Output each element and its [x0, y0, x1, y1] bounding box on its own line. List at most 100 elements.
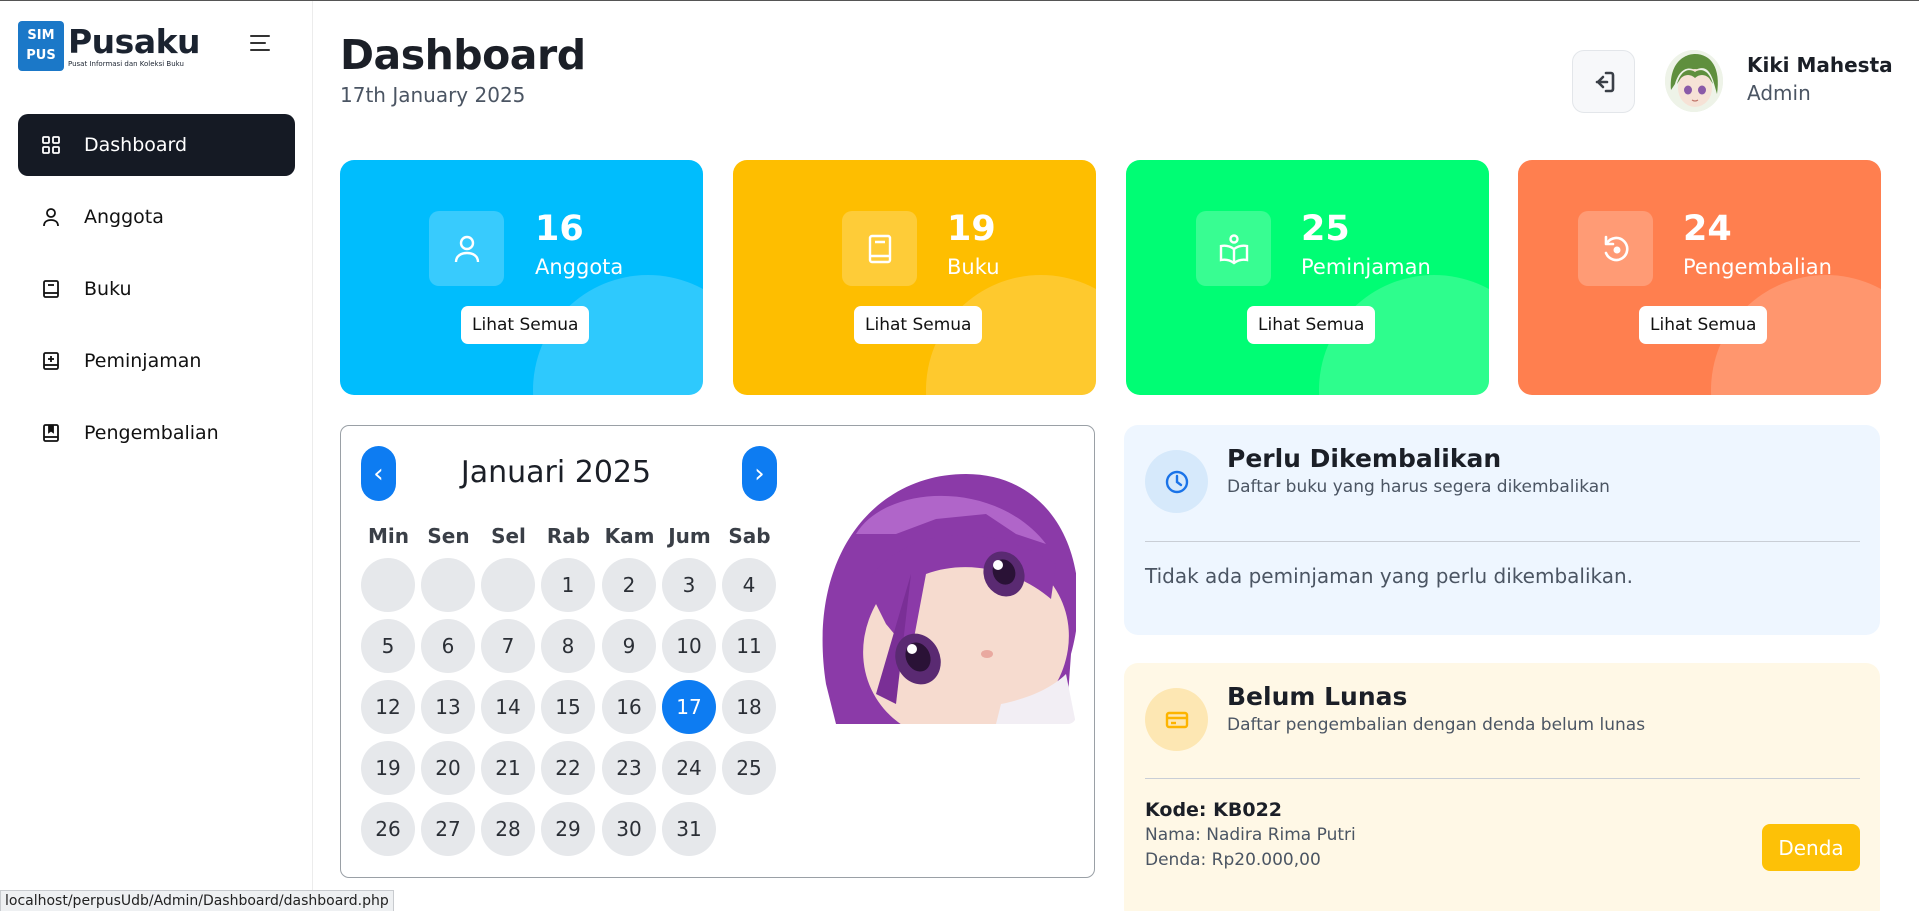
sidebar-item-label: Peminjaman — [84, 350, 202, 372]
calendar-day[interactable]: 28 — [481, 802, 535, 856]
avatar[interactable] — [1665, 50, 1723, 112]
see-all-peminjaman-button[interactable]: Lihat Semua — [1247, 306, 1376, 344]
stat-value: 16 — [535, 209, 584, 249]
unpaid-fines-panel: Belum Lunas Daftar pengembalian dengan d… — [1124, 663, 1880, 911]
page-title: Dashboard — [340, 31, 586, 79]
see-all-anggota-button[interactable]: Lihat Semua — [461, 306, 590, 344]
calendar-day[interactable]: 10 — [662, 619, 716, 673]
stat-card-pengembalian: 24 Pengembalian Lihat Semua — [1518, 160, 1881, 395]
calendar-day[interactable]: 12 — [361, 680, 415, 734]
sidebar-item-anggota[interactable]: Anggota — [18, 186, 295, 248]
panel-subtitle: Daftar pengembalian dengan denda belum l… — [1227, 715, 1646, 735]
calendar-day[interactable]: 2 — [602, 558, 656, 612]
calendar-day[interactable]: 20 — [421, 741, 475, 795]
panel-title: Belum Lunas — [1227, 682, 1408, 711]
brand-tagline: Pusat Informasi dan Koleksi Buku — [68, 59, 184, 68]
calendar-day[interactable]: 23 — [602, 741, 656, 795]
divider — [1145, 541, 1860, 542]
loan-code: Kode: KB022 — [1145, 799, 1283, 821]
sidebar-item-label: Anggota — [84, 206, 164, 228]
stat-card-anggota: 16 Anggota Lihat Semua — [340, 160, 703, 395]
sidebar-item-pengembalian[interactable]: Pengembalian — [18, 402, 295, 464]
calendar-day[interactable]: 24 — [662, 741, 716, 795]
calendar-day[interactable]: 22 — [541, 741, 595, 795]
calendar-day[interactable]: 29 — [541, 802, 595, 856]
weekday-header: Rab — [546, 524, 591, 548]
next-month-button[interactable]: › — [742, 446, 777, 501]
calendar-day[interactable]: 5 — [361, 619, 415, 673]
calendar-day[interactable]: 4 — [722, 558, 776, 612]
fine-amount: Denda: Rp20.000,00 — [1145, 850, 1321, 870]
calendar-day[interactable]: 6 — [421, 619, 475, 673]
calendar-day[interactable]: 9 — [602, 619, 656, 673]
calendar-day[interactable]: 18 — [722, 680, 776, 734]
logout-button[interactable] — [1572, 50, 1635, 113]
calendar-day-today[interactable]: 17 — [662, 680, 716, 734]
sidebar-item-peminjaman[interactable]: Peminjaman — [18, 330, 295, 392]
plus-square-icon — [40, 350, 62, 372]
sidebar-item-label: Pengembalian — [84, 422, 219, 444]
calendar-day[interactable]: 7 — [481, 619, 535, 673]
sidebar-item-buku[interactable]: Buku — [18, 258, 295, 320]
user-name: Kiki Mahesta — [1747, 53, 1893, 77]
calendar-day[interactable]: 16 — [602, 680, 656, 734]
calendar-day[interactable]: 19 — [361, 741, 415, 795]
book-return-icon — [40, 422, 62, 444]
due-returns-panel: Perlu Dikembalikan Daftar buku yang haru… — [1124, 425, 1880, 635]
prev-month-button[interactable]: ‹ — [361, 446, 396, 501]
calendar: ‹ Januari 2025 › Min Sen Sel Rab Kam Jum… — [340, 425, 1095, 878]
calendar-day[interactable]: 27 — [421, 802, 475, 856]
calendar-day-empty — [361, 558, 415, 612]
stat-card-peminjaman: 25 Peminjaman Lihat Semua — [1126, 160, 1489, 395]
stat-label: Pengembalian — [1683, 255, 1832, 279]
calendar-day[interactable]: 31 — [662, 802, 716, 856]
empty-message: Tidak ada peminjaman yang perlu dikembal… — [1145, 564, 1634, 588]
sidebar-nav: Dashboard Anggota Buku Peminjaman Pengem… — [18, 114, 295, 474]
credit-card-icon — [1145, 688, 1208, 751]
see-all-buku-button[interactable]: Lihat Semua — [854, 306, 983, 344]
sidebar-item-label: Dashboard — [84, 134, 188, 156]
calendar-day[interactable]: 1 — [541, 558, 595, 612]
grid-icon — [40, 134, 62, 156]
see-all-pengembalian-button[interactable]: Lihat Semua — [1639, 306, 1768, 344]
calendar-day[interactable]: 8 — [541, 619, 595, 673]
denda-button[interactable]: Denda — [1762, 824, 1860, 871]
stat-label: Anggota — [535, 255, 624, 279]
calendar-day[interactable]: 30 — [602, 802, 656, 856]
calendar-day[interactable]: 26 — [361, 802, 415, 856]
divider — [1145, 778, 1860, 779]
weekday-header: Kam — [604, 524, 655, 548]
panel-subtitle: Daftar buku yang harus segera dikembalik… — [1227, 477, 1610, 497]
menu-toggle-icon[interactable] — [250, 35, 276, 57]
calendar-title: Januari 2025 — [460, 455, 652, 490]
sidebar-item-dashboard[interactable]: Dashboard — [18, 114, 295, 176]
calendar-day[interactable]: 21 — [481, 741, 535, 795]
anime-girl-illustration — [816, 474, 1076, 724]
borrower-name: Nama: Nadira Rima Putri — [1145, 825, 1356, 845]
stat-value: 19 — [947, 209, 996, 249]
book-icon — [842, 211, 917, 286]
brand[interactable]: SIM PUS Pusaku Pusat Informasi dan Kolek… — [18, 21, 201, 71]
weekday-header: Sab — [728, 524, 771, 548]
stat-value: 24 — [1683, 209, 1732, 249]
calendar-day[interactable]: 13 — [421, 680, 475, 734]
sidebar-item-label: Buku — [84, 278, 132, 300]
logout-icon — [1595, 71, 1614, 92]
rotate-ccw-icon — [1578, 211, 1653, 286]
calendar-day[interactable]: 25 — [722, 741, 776, 795]
page-date: 17th January 2025 — [340, 83, 526, 107]
weekday-header: Sel — [491, 524, 526, 548]
calendar-day[interactable]: 14 — [481, 680, 535, 734]
user-icon — [40, 206, 62, 228]
brand-name: Pusaku — [68, 21, 201, 61]
browser-status-url: localhost/perpusUdb/Admin/Dashboard/dash… — [0, 890, 394, 911]
stat-label: Buku — [947, 255, 1000, 279]
book-icon — [40, 278, 62, 300]
calendar-day[interactable]: 15 — [541, 680, 595, 734]
calendar-day[interactable]: 3 — [662, 558, 716, 612]
calendar-day[interactable]: 11 — [722, 619, 776, 673]
weekday-header: Jum — [668, 524, 711, 548]
calendar-day-empty — [481, 558, 535, 612]
panel-title: Perlu Dikembalikan — [1227, 444, 1502, 473]
user-icon — [429, 211, 504, 286]
